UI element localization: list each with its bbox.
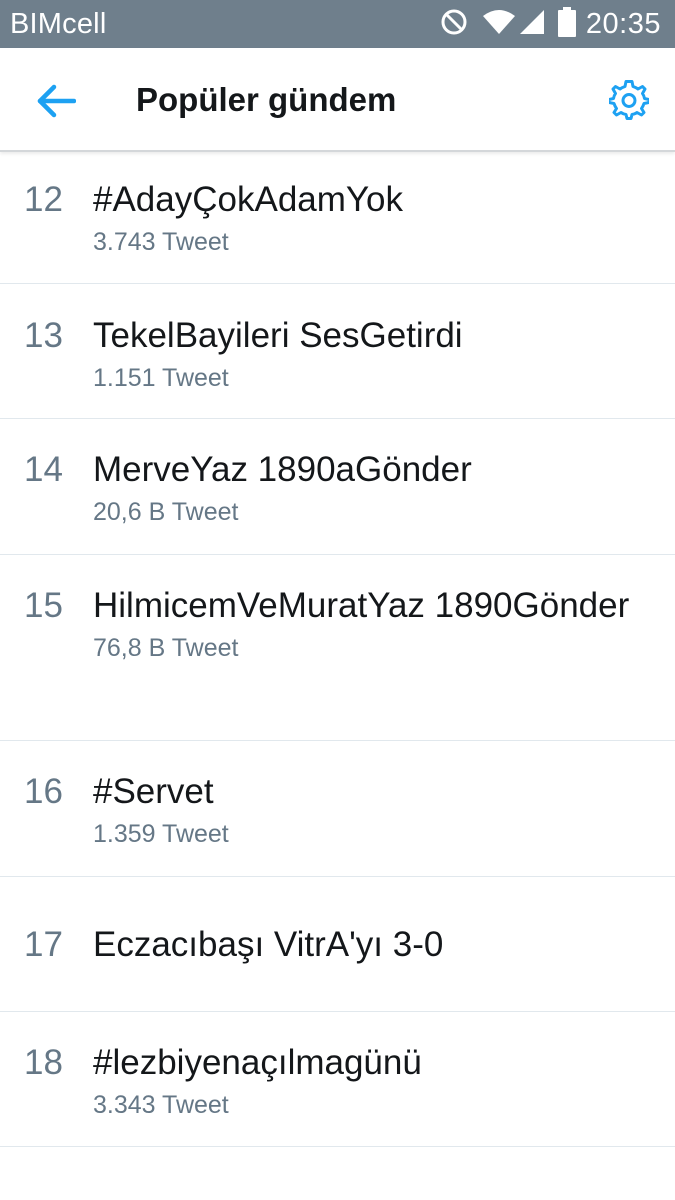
wifi-icon [482,9,516,40]
clock: 20:35 [585,8,661,40]
trend-name: MerveYaz 1890aGönder [93,450,472,489]
do-not-disturb-icon [440,8,468,41]
carrier-name: BIMcell [10,8,107,40]
trend-rank: 12 [24,180,63,219]
trend-rank: 18 [24,1043,63,1082]
trend-name: TekelBayileri SesGetirdi [93,316,463,355]
trend-name: HilmicemVeMuratYaz 1890Gönder [93,586,630,625]
tweet-count: 20,6 B Tweet [93,498,239,526]
trend-row[interactable]: 13 TekelBayileri SesGetirdi 1.151 Tweet [0,284,675,419]
status-bar: BIMcell 20:35 [0,0,675,48]
status-icons: 20:35 [440,0,661,48]
trend-list: 12 #AdayÇokAdamYok 3.743 Tweet 13 TekelB… [0,152,675,1147]
back-button[interactable] [30,78,82,124]
tweet-count: 76,8 B Tweet [93,634,239,662]
tweet-count: 3.743 Tweet [93,228,229,256]
trend-rank: 15 [24,586,63,625]
trend-rank: 17 [24,925,63,964]
battery-icon [557,6,576,42]
trend-name: #AdayÇokAdamYok [93,180,404,219]
gear-icon [609,80,649,120]
app-bar: Popüler gündem [0,48,675,152]
trend-name: #Servet [93,772,214,811]
tweet-count: 1.151 Tweet [93,364,229,392]
trend-row[interactable]: 17 Eczacıbaşı VitrA'yı 3-0 [0,877,675,1012]
trend-row[interactable]: 14 MerveYaz 1890aGönder 20,6 B Tweet [0,419,675,555]
trend-rank: 16 [24,772,63,811]
page-title: Popüler gündem [136,81,397,118]
trend-row[interactable]: 16 #Servet 1.359 Tweet [0,741,675,877]
trend-name: #lezbiyenaçılmagünü [93,1043,422,1082]
trend-row[interactable]: 15 HilmicemVeMuratYaz 1890Gönder 76,8 B … [0,555,675,741]
arrow-left-icon [37,84,76,118]
trend-rank: 13 [24,316,63,355]
tweet-count: 3.343 Tweet [93,1091,229,1119]
tweet-count: 1.359 Tweet [93,820,229,848]
signal-icon [518,9,546,40]
settings-button[interactable] [605,76,653,124]
trend-name: Eczacıbaşı VitrA'yı 3-0 [93,925,444,964]
trend-row[interactable]: 12 #AdayÇokAdamYok 3.743 Tweet [0,152,675,284]
trend-row[interactable]: 18 #lezbiyenaçılmagünü 3.343 Tweet [0,1012,675,1147]
trend-rank: 14 [24,450,63,489]
